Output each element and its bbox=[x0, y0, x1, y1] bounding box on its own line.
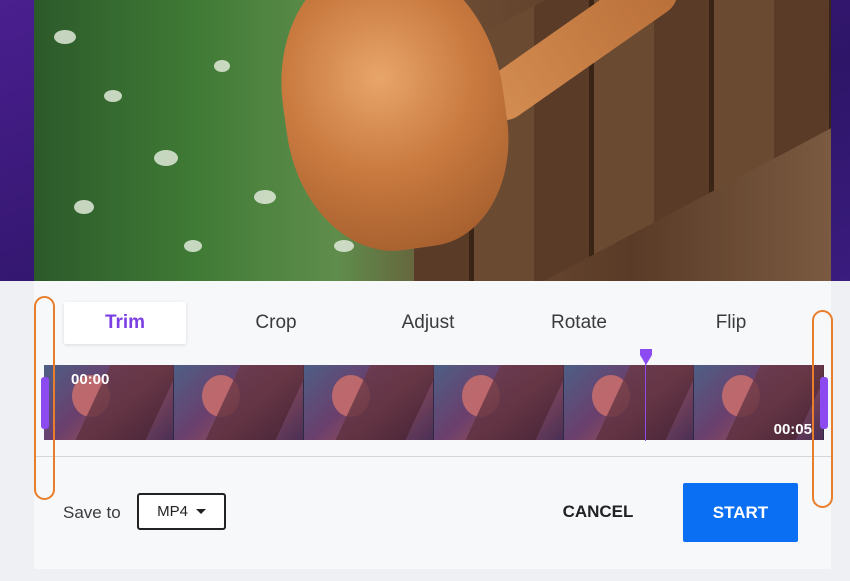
timeline-frame bbox=[434, 365, 564, 440]
annotation-right-highlight bbox=[812, 310, 833, 508]
trim-timeline[interactable]: 00:00 00:05 bbox=[41, 349, 828, 441]
tab-rotate[interactable]: Rotate bbox=[518, 302, 640, 344]
playhead-line[interactable] bbox=[645, 355, 646, 441]
foliage bbox=[254, 190, 276, 204]
foliage bbox=[184, 240, 202, 252]
editor-panel: Trim Crop Adjust Rotate Flip 00:00 00:05… bbox=[34, 281, 831, 569]
timeline-start-time: 00:00 bbox=[71, 371, 110, 388]
foliage bbox=[104, 90, 122, 102]
playhead-marker-icon[interactable] bbox=[640, 355, 652, 365]
start-button[interactable]: START bbox=[683, 483, 798, 542]
save-to-label: Save to bbox=[63, 503, 121, 522]
timeline-end-time: 00:05 bbox=[773, 421, 812, 438]
video-preview bbox=[34, 0, 831, 282]
divider bbox=[34, 456, 831, 457]
foliage bbox=[334, 240, 354, 252]
edit-tabs: Trim Crop Adjust Rotate Flip bbox=[64, 302, 824, 344]
timeline-frames bbox=[44, 365, 824, 440]
tab-adjust[interactable]: Adjust bbox=[367, 302, 489, 344]
annotation-left-highlight bbox=[34, 296, 55, 500]
caret-down-icon bbox=[195, 509, 206, 514]
foliage bbox=[74, 200, 94, 214]
foliage bbox=[154, 150, 178, 166]
tab-trim[interactable]: Trim bbox=[64, 302, 186, 344]
timeline-frame bbox=[174, 365, 304, 440]
foliage bbox=[54, 30, 76, 44]
timeline-frame bbox=[304, 365, 434, 440]
foliage bbox=[214, 60, 230, 72]
timeline-frame bbox=[564, 365, 694, 440]
tab-crop[interactable]: Crop bbox=[215, 302, 337, 344]
format-select[interactable]: MP4 bbox=[137, 493, 226, 530]
format-select-value: MP4 bbox=[157, 503, 188, 520]
cancel-button[interactable]: CANCEL bbox=[554, 497, 642, 527]
tab-flip[interactable]: Flip bbox=[670, 302, 792, 344]
